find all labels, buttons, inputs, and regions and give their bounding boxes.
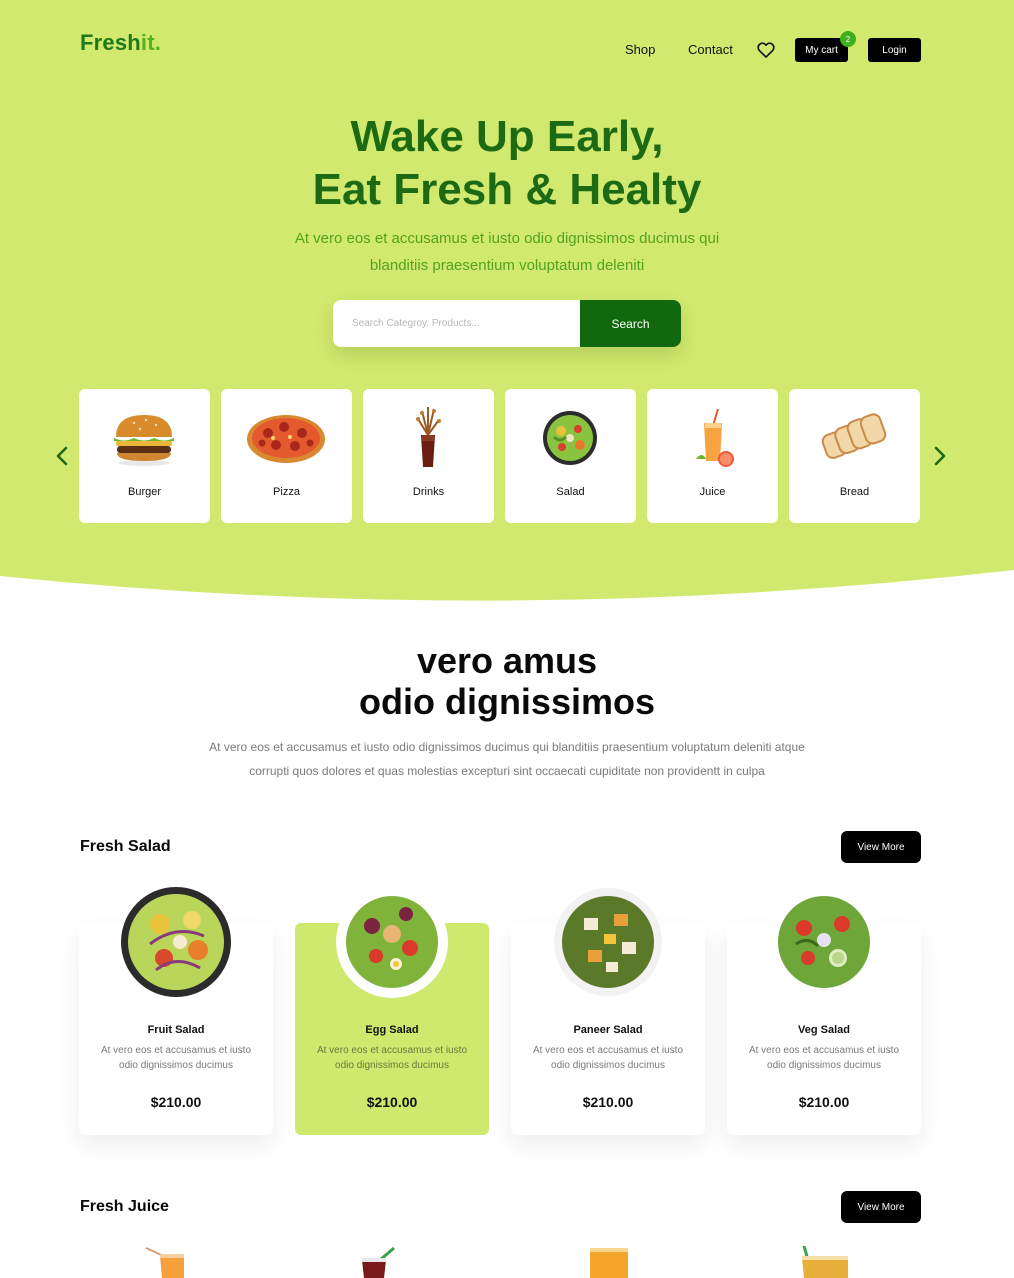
juice-view-more-button[interactable]: View More xyxy=(841,1191,921,1223)
section-text-line2: corrupti quos dolores et quas molestias … xyxy=(249,764,765,778)
category-card-pizza[interactable]: Pizza xyxy=(221,389,352,523)
brand-logo[interactable]: Freshit. xyxy=(80,30,161,56)
search-input[interactable] xyxy=(333,300,580,347)
product-name: Paneer Salad xyxy=(573,1024,643,1036)
juice-icon xyxy=(696,408,734,467)
nav-contact-link[interactable]: Contact xyxy=(688,42,733,57)
category-card-drinks[interactable]: Drinks xyxy=(363,389,494,523)
product-description: At vero eos et accusamus et iusto odio d… xyxy=(748,1045,900,1071)
pizza-icon xyxy=(247,415,325,463)
search-bar: Search xyxy=(333,300,681,347)
category-card-burger[interactable]: Burger xyxy=(79,389,210,523)
category-card-salad[interactable]: Salad xyxy=(505,389,636,523)
product-price: $210.00 xyxy=(150,1094,202,1110)
fresh-salad-heading: Fresh Salad xyxy=(80,838,171,855)
orange-juice-image xyxy=(146,1247,184,1278)
category-card-juice[interactable]: Juice xyxy=(647,389,778,523)
category-label: Burger xyxy=(127,486,162,498)
salad-view-more-button[interactable]: View More xyxy=(841,831,921,863)
login-button[interactable]: Login xyxy=(868,38,921,62)
hero-subtitle-line2: blanditiis praesentium voluptatum deleni… xyxy=(369,257,645,274)
product-description: At vero eos et accusamus et iusto odio d… xyxy=(316,1045,468,1071)
category-label: Juice xyxy=(699,486,726,498)
product-name: Egg Salad xyxy=(365,1024,419,1036)
salad-icon xyxy=(543,411,597,465)
chevron-right-icon[interactable] xyxy=(930,445,950,467)
section-title-line2: odio dignissimos xyxy=(358,681,655,722)
product-name: Fruit Salad xyxy=(147,1024,205,1036)
category-label: Pizza xyxy=(273,486,300,498)
section-text-line1: At vero eos et accusamus et iusto odio d… xyxy=(209,740,805,754)
fruit-salad-image xyxy=(121,887,231,997)
bread-icon xyxy=(821,413,887,459)
drink-icon xyxy=(416,407,441,467)
fresh-juice-heading: Fresh Juice xyxy=(80,1198,169,1215)
hero-title-line2: Eat Fresh & Healty xyxy=(312,165,702,214)
berry-juice-image xyxy=(362,1246,395,1278)
product-price: $210.00 xyxy=(582,1094,634,1110)
product-price: $210.00 xyxy=(798,1094,850,1110)
mango-juice-image xyxy=(590,1248,628,1278)
veg-salad-image xyxy=(770,888,878,996)
product-description: At vero eos et accusamus et iusto odio d… xyxy=(532,1045,684,1071)
category-card-bread[interactable]: Bread xyxy=(789,389,920,523)
nav-shop-link[interactable]: Shop xyxy=(625,42,655,57)
egg-salad-image xyxy=(336,886,448,998)
burger-icon xyxy=(114,415,174,466)
hero-subtitle-line1: At vero eos et accusamus et iusto odio d… xyxy=(294,230,720,247)
product-name: Veg Salad xyxy=(798,1024,850,1036)
lemon-juice-image xyxy=(802,1246,848,1278)
search-button[interactable]: Search xyxy=(580,300,681,347)
paneer-salad-image xyxy=(554,888,662,996)
category-label: Bread xyxy=(839,486,870,498)
product-description: At vero eos et accusamus et iusto odio d… xyxy=(100,1045,252,1071)
category-label: Drinks xyxy=(412,486,445,498)
chevron-left-icon[interactable] xyxy=(52,445,72,467)
category-label: Salad xyxy=(556,486,585,498)
hero-title-line1: Wake Up Early, xyxy=(350,112,664,161)
brand-name-accent: it. xyxy=(140,30,162,55)
section-title-line1: vero amus xyxy=(416,640,598,681)
cart-count-badge: 2 xyxy=(840,31,856,47)
brand-name: Fresh xyxy=(80,30,141,55)
heart-icon[interactable] xyxy=(756,40,776,60)
product-price: $210.00 xyxy=(366,1094,418,1110)
